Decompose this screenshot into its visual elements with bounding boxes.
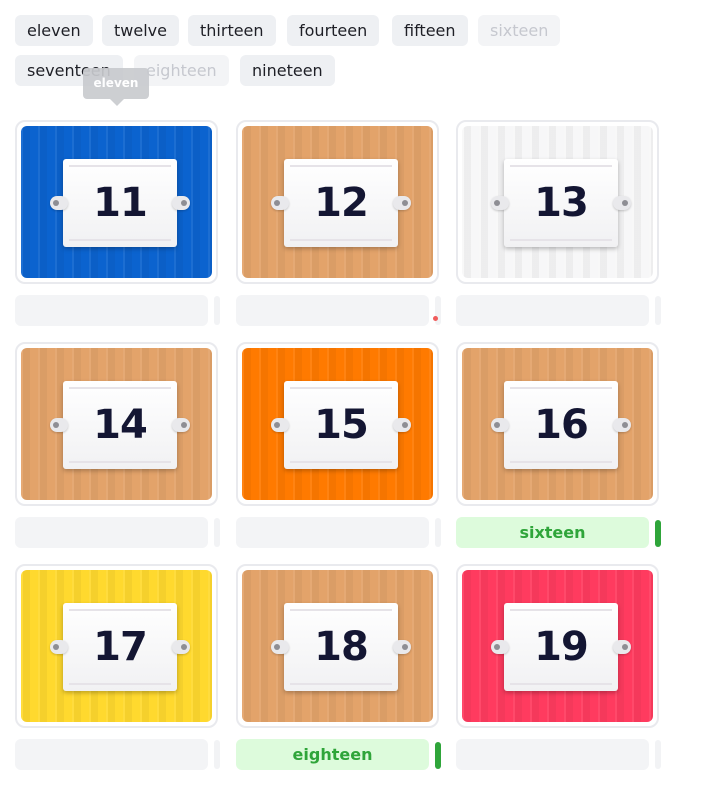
word-chip-fourteen[interactable]: fourteen: [287, 15, 380, 46]
answer-slot[interactable]: sixteen: [456, 517, 649, 548]
screw-hole-icon: [181, 200, 187, 206]
wood-panel: 17: [21, 570, 212, 722]
wood-panel: 12: [242, 126, 433, 278]
card-number: 11: [93, 180, 148, 226]
status-marker: [435, 742, 441, 769]
screw-hole-icon: [274, 200, 280, 206]
word-chip-twelve[interactable]: twelve: [102, 15, 179, 46]
number-plate: 16: [491, 381, 631, 469]
screw-hole-icon: [274, 422, 280, 428]
status-marker: [214, 296, 220, 325]
number-plate: 19: [491, 603, 631, 691]
word-chip-thirteen[interactable]: thirteen: [188, 15, 276, 46]
number-plate: 17: [50, 603, 190, 691]
screw-hole-icon: [402, 200, 408, 206]
answer-slot[interactable]: [236, 517, 429, 548]
card-number: 14: [93, 402, 148, 448]
number-plate: 18: [271, 603, 411, 691]
card-frame: 11: [15, 120, 218, 284]
number-plate: 13: [491, 159, 631, 247]
word-chip-sixteen: sixteen: [478, 15, 561, 46]
card-frame: 15: [236, 342, 439, 506]
card-number: 12: [314, 180, 369, 226]
screw-hole-icon: [53, 422, 59, 428]
drag-tooltip: eleven: [83, 68, 149, 106]
card-frame: 19: [456, 564, 659, 728]
wood-panel: 14: [21, 348, 212, 500]
card-frame: 12: [236, 120, 439, 284]
status-marker: [214, 740, 220, 769]
screw-hole-icon: [402, 644, 408, 650]
number-plate: 12: [271, 159, 411, 247]
wood-panel: 15: [242, 348, 433, 500]
screw-hole-icon: [622, 644, 628, 650]
status-marker: [655, 296, 661, 325]
answer-slot[interactable]: [15, 739, 208, 770]
answer-slot[interactable]: [236, 295, 429, 326]
wood-panel: 13: [462, 126, 653, 278]
word-chip-nineteen[interactable]: nineteen: [240, 55, 335, 86]
card-number: 18: [314, 624, 369, 670]
wood-panel: 18: [242, 570, 433, 722]
answer-slot[interactable]: eighteen: [236, 739, 429, 770]
wood-panel: 11: [21, 126, 212, 278]
answer-slot[interactable]: [456, 295, 649, 326]
screw-hole-icon: [402, 422, 408, 428]
card-frame: 16: [456, 342, 659, 506]
card-frame: 18: [236, 564, 439, 728]
answer-slot[interactable]: [15, 295, 208, 326]
word-chip-eleven[interactable]: eleven: [15, 15, 93, 46]
card-frame: 14: [15, 342, 218, 506]
answer-slot[interactable]: [456, 739, 649, 770]
card-frame: 17: [15, 564, 218, 728]
status-marker: [435, 518, 441, 547]
wood-panel: 16: [462, 348, 653, 500]
status-marker: [655, 740, 661, 769]
drop-indicator-dot: [433, 316, 438, 321]
answer-slot[interactable]: [15, 517, 208, 548]
card-number: 17: [93, 624, 148, 670]
number-plate: 14: [50, 381, 190, 469]
screw-hole-icon: [622, 422, 628, 428]
card-number: 16: [534, 402, 589, 448]
wood-panel: 19: [462, 570, 653, 722]
screw-hole-icon: [622, 200, 628, 206]
screw-hole-icon: [274, 644, 280, 650]
number-plate: 11: [50, 159, 190, 247]
card-number: 19: [534, 624, 589, 670]
status-marker: [655, 520, 661, 547]
card-frame: 13: [456, 120, 659, 284]
screw-hole-icon: [181, 644, 187, 650]
screw-hole-icon: [53, 200, 59, 206]
screw-hole-icon: [494, 644, 500, 650]
screw-hole-icon: [53, 644, 59, 650]
screw-hole-icon: [494, 422, 500, 428]
screw-hole-icon: [181, 422, 187, 428]
word-chip-fifteen[interactable]: fifteen: [392, 15, 468, 46]
screw-hole-icon: [494, 200, 500, 206]
status-marker: [214, 518, 220, 547]
number-plate: 15: [271, 381, 411, 469]
card-number: 15: [314, 402, 369, 448]
card-number: 13: [534, 180, 589, 226]
